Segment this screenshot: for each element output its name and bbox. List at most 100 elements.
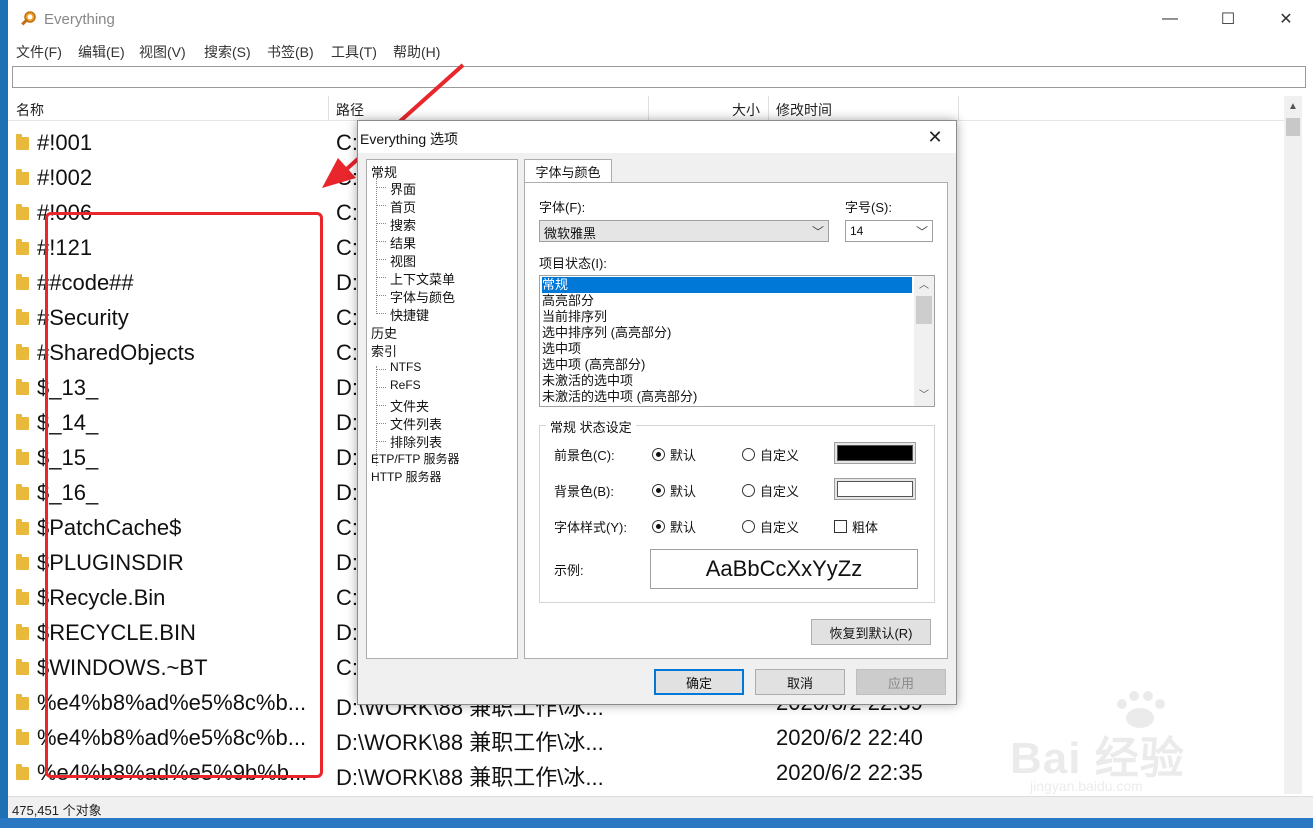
folder-icon [16, 764, 29, 780]
fg-color-label: 前景色(C): [554, 448, 615, 463]
tree-item-refs[interactable]: ReFS [390, 378, 421, 392]
list-item[interactable]: 选中排序列 (高亮部分) [542, 325, 912, 341]
folder-icon [16, 694, 29, 710]
menu-tools[interactable]: 工具(T) [331, 42, 377, 62]
tree-item-search[interactable]: 搜索 [390, 215, 416, 234]
bg-custom-label: 自定义 [760, 484, 800, 499]
title-bar[interactable]: Everything — ☐ ✕ [8, 0, 1313, 38]
dialog-close-button[interactable]: ✕ [920, 123, 950, 151]
tree-item-etp-server[interactable]: ETP/FTP 服务器 [371, 450, 459, 467]
folder-icon [16, 589, 29, 605]
font-select[interactable]: 微软雅黑 ﹀ [539, 220, 829, 242]
menu-bar: 文件(F) 编辑(E) 视图(V) 搜索(S) 书签(B) 工具(T) 帮助(H… [8, 38, 1313, 62]
fg-color-swatch[interactable] [834, 442, 916, 464]
cancel-button[interactable]: 取消 [755, 669, 845, 695]
list-item[interactable]: 未激活的选中项 (高亮部分) [542, 389, 912, 405]
column-modified[interactable]: 修改时间 [776, 100, 832, 120]
style-custom-label: 自定义 [760, 520, 800, 535]
watermark-url: jingyan.baidu.com [1030, 778, 1143, 794]
font-size-select[interactable]: 14 ﹀ [845, 220, 933, 242]
state-settings-group: 常规 状态设定 前景色(C): 默认 自定义 背景色(B): 默认 自定义 字体… [539, 417, 935, 603]
ok-button[interactable]: 确定 [654, 669, 744, 695]
folder-icon [16, 344, 29, 360]
search-input[interactable] [12, 66, 1306, 88]
menu-search[interactable]: 搜索(S) [204, 42, 251, 62]
folder-icon [16, 624, 29, 640]
chevron-down-icon: ﹀ [811, 225, 824, 239]
font-size-label: 字号(S): [845, 200, 892, 215]
list-item[interactable]: 未激活的选中项 [542, 373, 912, 389]
minimize-button[interactable]: — [1141, 0, 1199, 38]
apply-button[interactable]: 应用 [856, 669, 946, 695]
tree-item-home[interactable]: 首页 [390, 197, 416, 216]
item-state-list[interactable]: 常规 高亮部分 当前排序列 选中排序列 (高亮部分) 选中项 选中项 (高亮部分… [539, 275, 935, 407]
bg-color-swatch[interactable] [834, 478, 916, 500]
column-size[interactable]: 大小 [732, 100, 760, 120]
folder-icon [16, 729, 29, 745]
folder-icon [16, 169, 29, 185]
list-item[interactable]: 选中项 [542, 341, 912, 357]
folder-icon [16, 274, 29, 290]
tree-item-shortcuts[interactable]: 快捷键 [390, 305, 429, 324]
magnifier-app-icon [21, 11, 36, 26]
menu-view[interactable]: 视图(V) [139, 42, 186, 62]
fonts-colors-panel: 字体(F): 微软雅黑 ﹀ 字号(S): 14 ﹀ 项目状态(I): 常规 高亮… [524, 182, 948, 659]
scroll-thumb[interactable] [1286, 118, 1300, 136]
scroll-thumb[interactable] [916, 296, 932, 324]
menu-bookmarks[interactable]: 书签(B) [267, 42, 314, 62]
folder-icon [16, 204, 29, 220]
list-item[interactable]: 高亮部分 [542, 293, 912, 309]
menu-file[interactable]: 文件(F) [16, 42, 62, 62]
tab-fonts-colors[interactable]: 字体与颜色 [524, 159, 612, 183]
bold-label: 粗体 [852, 520, 879, 535]
tree-item-history[interactable]: 历史 [371, 323, 397, 342]
folder-icon [16, 414, 29, 430]
bg-custom-radio[interactable] [742, 484, 755, 497]
list-item[interactable]: 选中项 (高亮部分) [542, 357, 912, 373]
tree-item-file-lists[interactable]: 文件列表 [390, 414, 442, 433]
folder-icon [16, 449, 29, 465]
column-name[interactable]: 名称 [16, 100, 44, 120]
menu-edit[interactable]: 编辑(E) [78, 42, 125, 62]
tree-item-interface[interactable]: 界面 [390, 179, 416, 198]
item-state-label: 项目状态(I): [539, 256, 607, 271]
maximize-button[interactable]: ☐ [1199, 0, 1257, 38]
sample-preview: AaBbCcXxYyZz [650, 549, 918, 589]
fg-default-radio[interactable] [652, 448, 665, 461]
close-button[interactable]: ✕ [1257, 0, 1313, 38]
taskbar-edge [0, 818, 1313, 828]
fg-custom-radio[interactable] [742, 448, 755, 461]
fg-default-label: 默认 [670, 448, 697, 463]
options-tree: 常规 界面 首页 搜索 结果 视图 上下文菜单 字体与颜色 快捷键 历史 索引 … [366, 159, 518, 659]
tree-item-exclude[interactable]: 排除列表 [390, 432, 442, 451]
group-title: 常规 状态设定 [546, 417, 636, 436]
object-count: 475,451 个对象 [12, 803, 102, 818]
folder-icon [16, 519, 29, 535]
style-default-radio[interactable] [652, 520, 665, 533]
options-dialog: Everything 选项 ✕ 常规 界面 首页 搜索 结果 视图 上下文菜单 … [357, 120, 957, 705]
tree-item-index[interactable]: 索引 [371, 341, 397, 360]
style-custom-radio[interactable] [742, 520, 755, 533]
dialog-title-bar[interactable]: Everything 选项 ✕ [358, 121, 956, 153]
bold-checkbox[interactable] [834, 520, 847, 533]
chevron-up-icon[interactable]: ︿ [914, 276, 934, 294]
tree-item-http-server[interactable]: HTTP 服务器 [371, 468, 441, 485]
tree-item-folders[interactable]: 文件夹 [390, 396, 429, 415]
bg-default-radio[interactable] [652, 484, 665, 497]
tree-item-view[interactable]: 视图 [390, 251, 416, 270]
tree-item-ntfs[interactable]: NTFS [390, 360, 421, 374]
list-item[interactable]: 当前排序列 [542, 309, 912, 325]
tree-item-results[interactable]: 结果 [390, 233, 416, 252]
chevron-down-icon[interactable]: ﹀ [914, 386, 934, 404]
restore-defaults-button[interactable]: 恢复到默认(R) [811, 619, 931, 645]
menu-help[interactable]: 帮助(H) [393, 42, 440, 62]
folder-icon [16, 239, 29, 255]
scroll-up-arrow-icon[interactable]: ▲ [1284, 96, 1302, 116]
state-list-scrollbar[interactable]: ︿ ﹀ [914, 276, 934, 406]
list-item[interactable]: 常规 [542, 277, 912, 293]
column-header: 名称 路径 大小 修改时间 [8, 96, 1284, 121]
tree-item-context-menu[interactable]: 上下文菜单 [390, 269, 455, 288]
tree-item-fonts-colors[interactable]: 字体与颜色 [390, 287, 455, 306]
folder-icon [16, 309, 29, 325]
watermark-brand: Bai 经验 [1010, 734, 1185, 783]
